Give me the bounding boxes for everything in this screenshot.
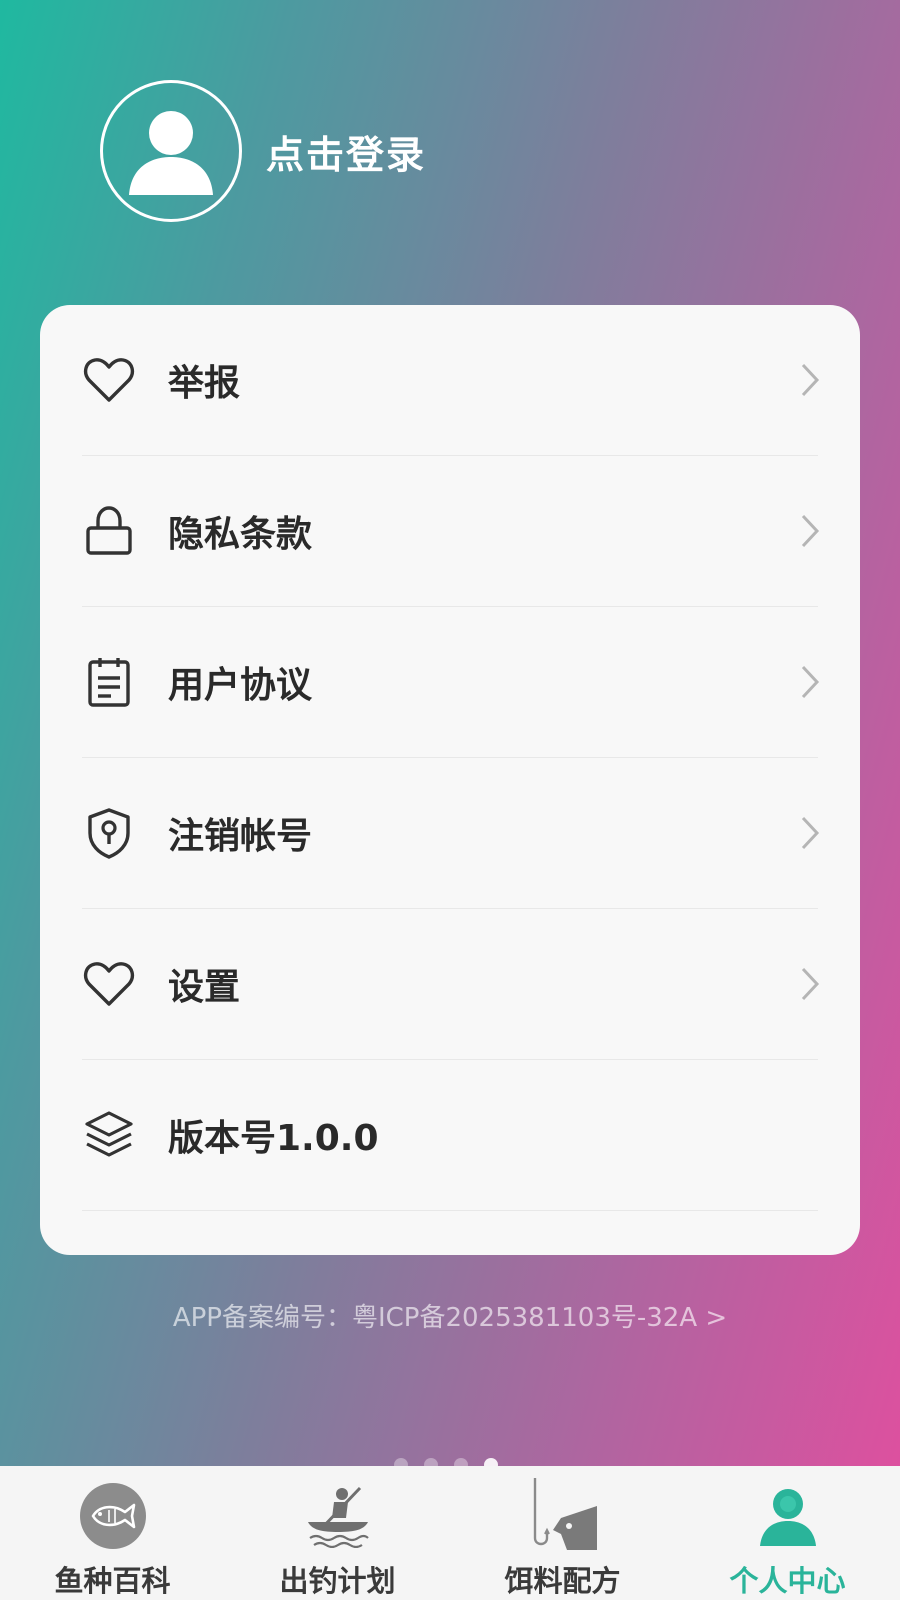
chevron-right-icon [798,964,822,1004]
tab-bait-recipe[interactable]: 饵料配方 [450,1466,675,1600]
menu-item-delete-account[interactable]: 注销帐号 [82,758,820,909]
clipboard-icon [82,655,136,709]
user-silhouette-icon [129,111,213,195]
menu-item-settings[interactable]: 设置 [82,909,820,1060]
version-label: 版本号1.0.0 [168,1118,379,1159]
layers-icon [82,1108,136,1162]
bottom-tab-bar: 鱼种百科 出钓计划 饵料配方 个人中心 [0,1466,900,1600]
menu-card: 举报 隐私条款 用户协议 注销帐号 设置 版本号1.0.0 [40,305,860,1255]
icp-record-link[interactable]: APP备案编号：粤ICP备2025381103号-32A > [0,1297,900,1334]
menu-item-user-agreement[interactable]: 用户协议 [82,607,820,758]
tab-fishing-plan[interactable]: 出钓计划 [225,1466,450,1600]
tab-label: 出钓计划 [279,1564,396,1598]
kayak-icon [300,1478,376,1554]
tab-personal-center[interactable]: 个人中心 [675,1466,900,1600]
login-link[interactable]: 点击登录 [266,124,426,179]
heart-icon [82,353,136,407]
menu-item-label: 隐私条款 [168,514,313,555]
menu-item-label: 设置 [168,967,241,1008]
menu-item-privacy[interactable]: 隐私条款 [82,456,820,607]
fish-icon [75,1478,151,1554]
chevron-right-icon [798,360,822,400]
menu-item-report[interactable]: 举报 [82,305,820,456]
menu-item-label: 举报 [168,363,241,404]
avatar[interactable] [100,80,242,222]
menu-item-version: 版本号1.0.0 [82,1060,818,1211]
tab-label: 鱼种百科 [54,1564,171,1598]
profile-header: 点击登录 [100,80,426,222]
menu-item-label: 用户协议 [168,665,313,706]
chevron-right-icon [798,511,822,551]
tab-label: 饵料配方 [504,1564,621,1598]
tab-label: 个人中心 [729,1564,846,1598]
hook-bait-icon [525,1478,601,1554]
chevron-right-icon [798,813,822,853]
menu-item-label: 注销帐号 [168,816,313,857]
lock-icon [82,504,136,558]
user-icon [750,1478,826,1554]
chevron-right-icon [798,662,822,702]
heart-icon [82,957,136,1011]
tab-fish-encyclopedia[interactable]: 鱼种百科 [0,1466,225,1600]
shield-keyhole-icon [82,806,136,860]
